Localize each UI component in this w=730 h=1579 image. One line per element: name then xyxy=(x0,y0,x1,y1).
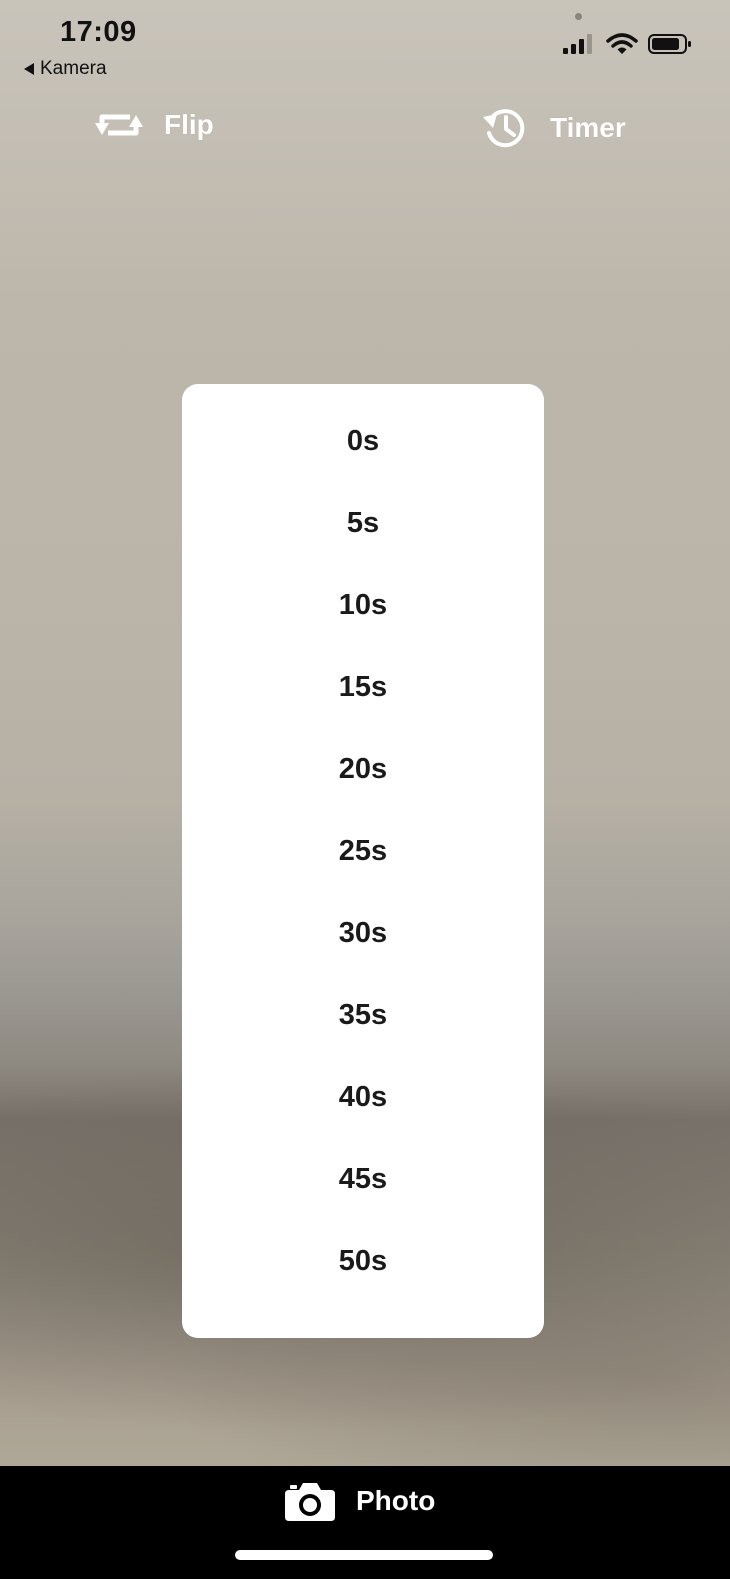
timer-option-50s[interactable]: 50s xyxy=(182,1220,544,1302)
timer-option-35s[interactable]: 35s xyxy=(182,974,544,1056)
timer-option-30s[interactable]: 30s xyxy=(182,892,544,974)
timer-option-10s[interactable]: 10s xyxy=(182,564,544,646)
timer-option-25s[interactable]: 25s xyxy=(182,810,544,892)
status-bar: 17:09 Kamera xyxy=(0,0,730,90)
timer-options-menu: 0s 5s 10s 15s 20s 25s 30s 35s 40s 45s 50… xyxy=(182,384,544,1338)
flip-button[interactable]: Flip xyxy=(94,105,214,145)
timer-option-40s[interactable]: 40s xyxy=(182,1056,544,1138)
battery-icon xyxy=(648,34,691,54)
timer-button[interactable]: Timer xyxy=(480,105,626,151)
photo-label: Photo xyxy=(356,1485,436,1516)
back-to-app-link[interactable]: Kamera xyxy=(24,58,107,80)
timer-option-20s[interactable]: 20s xyxy=(182,728,544,810)
top-controls: Flip Timer xyxy=(0,105,730,155)
back-link-label: Kamera xyxy=(40,58,107,79)
flip-label: Flip xyxy=(164,109,214,140)
status-icons xyxy=(562,32,692,56)
cellular-signal-icon xyxy=(563,34,592,54)
repeat-arrows-icon xyxy=(95,114,143,136)
timer-label: Timer xyxy=(550,112,626,143)
wifi-icon xyxy=(606,33,638,54)
photo-button[interactable]: Photo xyxy=(284,1480,435,1522)
back-triangle-icon xyxy=(24,63,34,75)
timer-option-0s[interactable]: 0s xyxy=(182,400,544,482)
clock-history-icon xyxy=(483,109,525,148)
camera-indicator-dot xyxy=(575,13,582,20)
home-indicator[interactable] xyxy=(235,1550,493,1560)
timer-option-15s[interactable]: 15s xyxy=(182,646,544,728)
camera-icon xyxy=(285,1483,335,1521)
status-time: 17:09 xyxy=(60,16,137,48)
timer-option-45s[interactable]: 45s xyxy=(182,1138,544,1220)
timer-option-5s[interactable]: 5s xyxy=(182,482,544,564)
bottom-bar: Photo xyxy=(0,1466,730,1579)
